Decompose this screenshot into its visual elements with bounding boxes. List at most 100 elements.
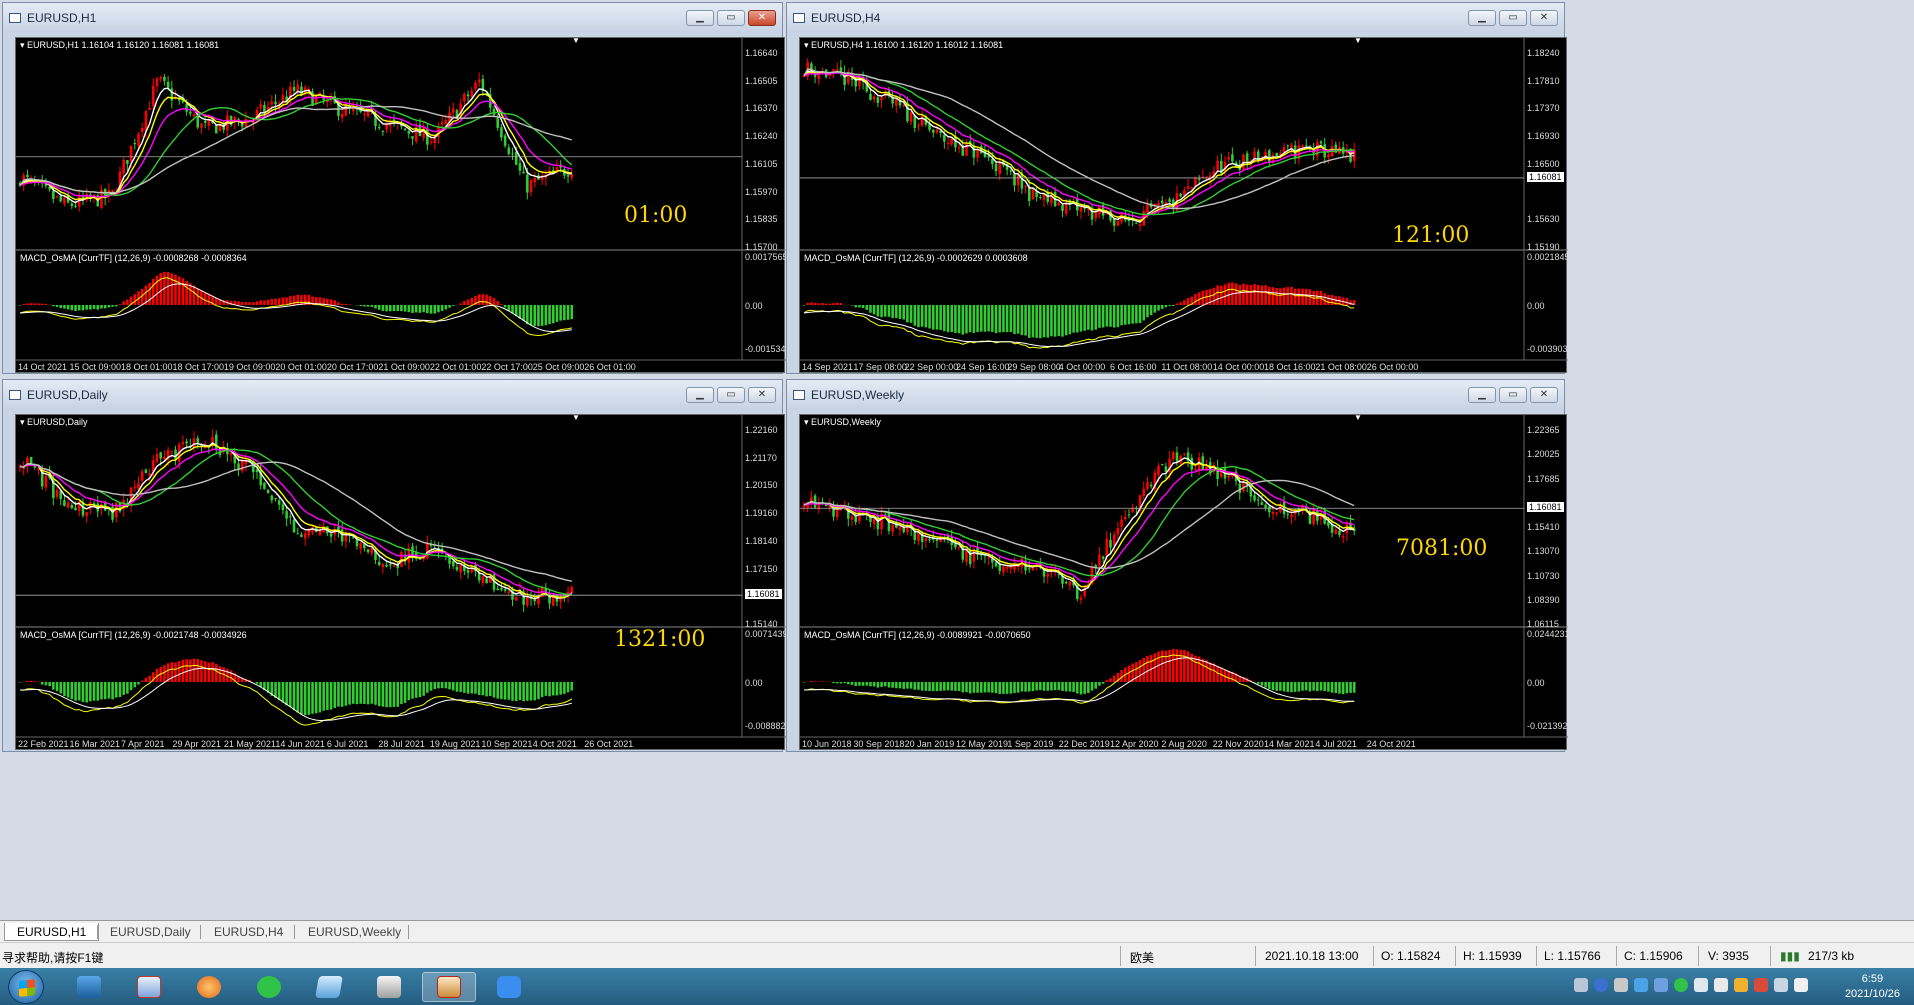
- title-bar[interactable]: EURUSD,H4 ▁ ▭ ✕: [787, 3, 1564, 33]
- chart-window-weekly[interactable]: EURUSD,Weekly ▁ ▭ ✕ ▾ EURUSD,Weekly MACD_…: [786, 379, 1570, 752]
- tray-help-icon[interactable]: [1594, 978, 1608, 992]
- tray-signal-icon[interactable]: [1794, 978, 1808, 992]
- macd-histogram-bar: [429, 305, 433, 314]
- chart-shift-marker[interactable]: ▼: [572, 36, 580, 45]
- macd-histogram-bar: [163, 665, 166, 682]
- date-axis-label: 18 Oct 16:00: [1264, 362, 1316, 372]
- macd-histogram-bar: [943, 305, 946, 332]
- maximize-button[interactable]: ▭: [1499, 387, 1527, 403]
- tab-eurusd-h1[interactable]: EURUSD,H1: [4, 923, 100, 941]
- chart-area[interactable]: ▾ EURUSD,Daily MACD_OsMA [CurrTF] (12,26,…: [15, 413, 788, 750]
- macd-histogram-bar: [832, 303, 835, 305]
- tray-usb-icon[interactable]: [1614, 978, 1628, 992]
- system-clock[interactable]: 6:59 2021/10/26: [1845, 972, 1900, 1002]
- macd-histogram-bar: [418, 305, 422, 313]
- macd-histogram-bar: [463, 301, 466, 305]
- title-bar[interactable]: EURUSD,H1 ▁ ▭ ✕: [3, 3, 782, 33]
- price-axis-label: 1.16505: [745, 75, 778, 86]
- macd-histogram-bar: [103, 682, 107, 700]
- macd-histogram-bar: [174, 662, 177, 682]
- tab-eurusd-daily[interactable]: EURUSD,Daily: [98, 923, 203, 941]
- macd-histogram-bar: [1290, 286, 1293, 305]
- taskbar-app-wechat[interactable]: [242, 972, 296, 1002]
- tab-eurusd-weekly[interactable]: EURUSD,Weekly: [296, 923, 413, 941]
- chart-area[interactable]: ▾ EURUSD,H1 1.16104 1.16120 1.16081 1.16…: [15, 36, 788, 373]
- minimize-button[interactable]: ▁: [686, 10, 714, 26]
- taskbar-app-mt4[interactable]: [122, 972, 176, 1002]
- maximize-button[interactable]: ▭: [717, 387, 745, 403]
- chart-shift-marker[interactable]: ▼: [1354, 36, 1362, 45]
- candle-body: [455, 566, 459, 571]
- minimize-button[interactable]: ▁: [1468, 10, 1496, 26]
- macd-histogram-bar: [177, 661, 181, 682]
- chart-window-daily[interactable]: EURUSD,Daily ▁ ▭ ✕ ▾ EURUSD,Daily MACD_Os…: [2, 379, 788, 752]
- candle-body: [895, 99, 898, 106]
- candle-body: [496, 117, 499, 128]
- start-button[interactable]: [8, 970, 44, 1004]
- macd-histogram-bar: [285, 297, 288, 305]
- taskbar-app-mt4-active[interactable]: [422, 972, 476, 1002]
- price-axis-label: 1.18140: [745, 535, 778, 546]
- close-button[interactable]: ✕: [748, 387, 776, 403]
- moving-average-line: [19, 97, 573, 197]
- macd-histogram-bar: [292, 682, 296, 711]
- candle-body: [522, 171, 525, 174]
- tray-network-icon[interactable]: [1694, 978, 1708, 992]
- taskbar-app-explorer[interactable]: [62, 972, 116, 1002]
- macd-histogram-bar: [107, 305, 111, 308]
- macd-histogram-bar: [865, 305, 869, 310]
- macd-histogram-bar: [340, 682, 344, 707]
- minimize-button[interactable]: ▁: [1468, 387, 1496, 403]
- maximize-button[interactable]: ▭: [717, 10, 745, 26]
- taskbar-app-browser[interactable]: [182, 972, 236, 1002]
- candle-body: [1024, 186, 1027, 188]
- taskbar: 6:59 2021/10/26: [0, 968, 1914, 1005]
- maximize-button[interactable]: ▭: [1499, 10, 1527, 26]
- tray-volume-icon[interactable]: [1714, 978, 1728, 992]
- chart-area[interactable]: ▾ EURUSD,Weekly MACD_OsMA [CurrTF] (12,26…: [799, 413, 1570, 750]
- taskbar-app-tools[interactable]: [362, 972, 416, 1002]
- title-bar[interactable]: EURUSD,Daily ▁ ▭ ✕: [3, 380, 782, 410]
- tray-keyboard-icon[interactable]: [1574, 978, 1588, 992]
- taskbar-app-notepad[interactable]: [302, 972, 356, 1002]
- close-button[interactable]: ✕: [748, 10, 776, 26]
- chart-symbol-header: ▾ EURUSD,H4 1.16100 1.16120 1.16012 1.16…: [804, 40, 1004, 50]
- macd-histogram-bar: [514, 682, 518, 702]
- tray-security-icon[interactable]: [1634, 978, 1648, 992]
- chart-shift-marker[interactable]: ▼: [572, 413, 580, 422]
- macd-histogram-bar: [1123, 305, 1127, 325]
- price-axis-label: 1.13070: [1527, 546, 1560, 557]
- macd-histogram-bar: [1002, 682, 1005, 694]
- candle-body: [1031, 188, 1035, 200]
- tray-wechat-icon[interactable]: [1674, 978, 1688, 992]
- macd-axis-label: 0.0021845: [1527, 252, 1570, 262]
- date-axis-label: 29 Sep 08:00: [1007, 362, 1061, 372]
- tray-shield-icon[interactable]: [1654, 978, 1668, 992]
- macd-histogram-bar: [935, 305, 939, 330]
- macd-histogram-bar: [40, 682, 44, 685]
- macd-histogram-bar: [389, 682, 392, 708]
- macd-histogram-bar: [26, 303, 29, 305]
- macd-histogram-bar: [433, 682, 437, 690]
- candle-body: [1101, 556, 1105, 559]
- candle-body: [1083, 586, 1086, 597]
- tray-flag-icon[interactable]: [1734, 978, 1748, 992]
- close-button[interactable]: ✕: [1530, 10, 1558, 26]
- minimize-button[interactable]: ▁: [686, 387, 714, 403]
- close-button[interactable]: ✕: [1530, 387, 1558, 403]
- tray-antivirus-icon[interactable]: [1754, 978, 1768, 992]
- chart-window-h1[interactable]: EURUSD,H1 ▁ ▭ ✕ ▾ EURUSD,H1 1.16104 1.16…: [2, 2, 788, 374]
- tab-eurusd-h4[interactable]: EURUSD,H4: [202, 923, 295, 941]
- macd-histogram-bar: [529, 682, 533, 701]
- candle-body: [289, 516, 292, 518]
- tray-power-icon[interactable]: [1774, 978, 1788, 992]
- date-axis-label: 22 Oct 17:00: [481, 362, 533, 372]
- chart-window-h4[interactable]: EURUSD,H4 ▁ ▭ ✕ ▾ EURUSD,H4 1.16100 1.16…: [786, 2, 1570, 374]
- macd-histogram-bar: [1312, 682, 1315, 691]
- taskbar-app-feishu[interactable]: [482, 972, 536, 1002]
- chart-area[interactable]: ▾ EURUSD,H4 1.16100 1.16120 1.16012 1.16…: [799, 36, 1570, 373]
- candle-body: [266, 489, 270, 494]
- chart-shift-marker[interactable]: ▼: [1354, 413, 1362, 422]
- title-bar[interactable]: EURUSD,Weekly ▁ ▭ ✕: [787, 380, 1564, 410]
- candle-body: [474, 82, 477, 89]
